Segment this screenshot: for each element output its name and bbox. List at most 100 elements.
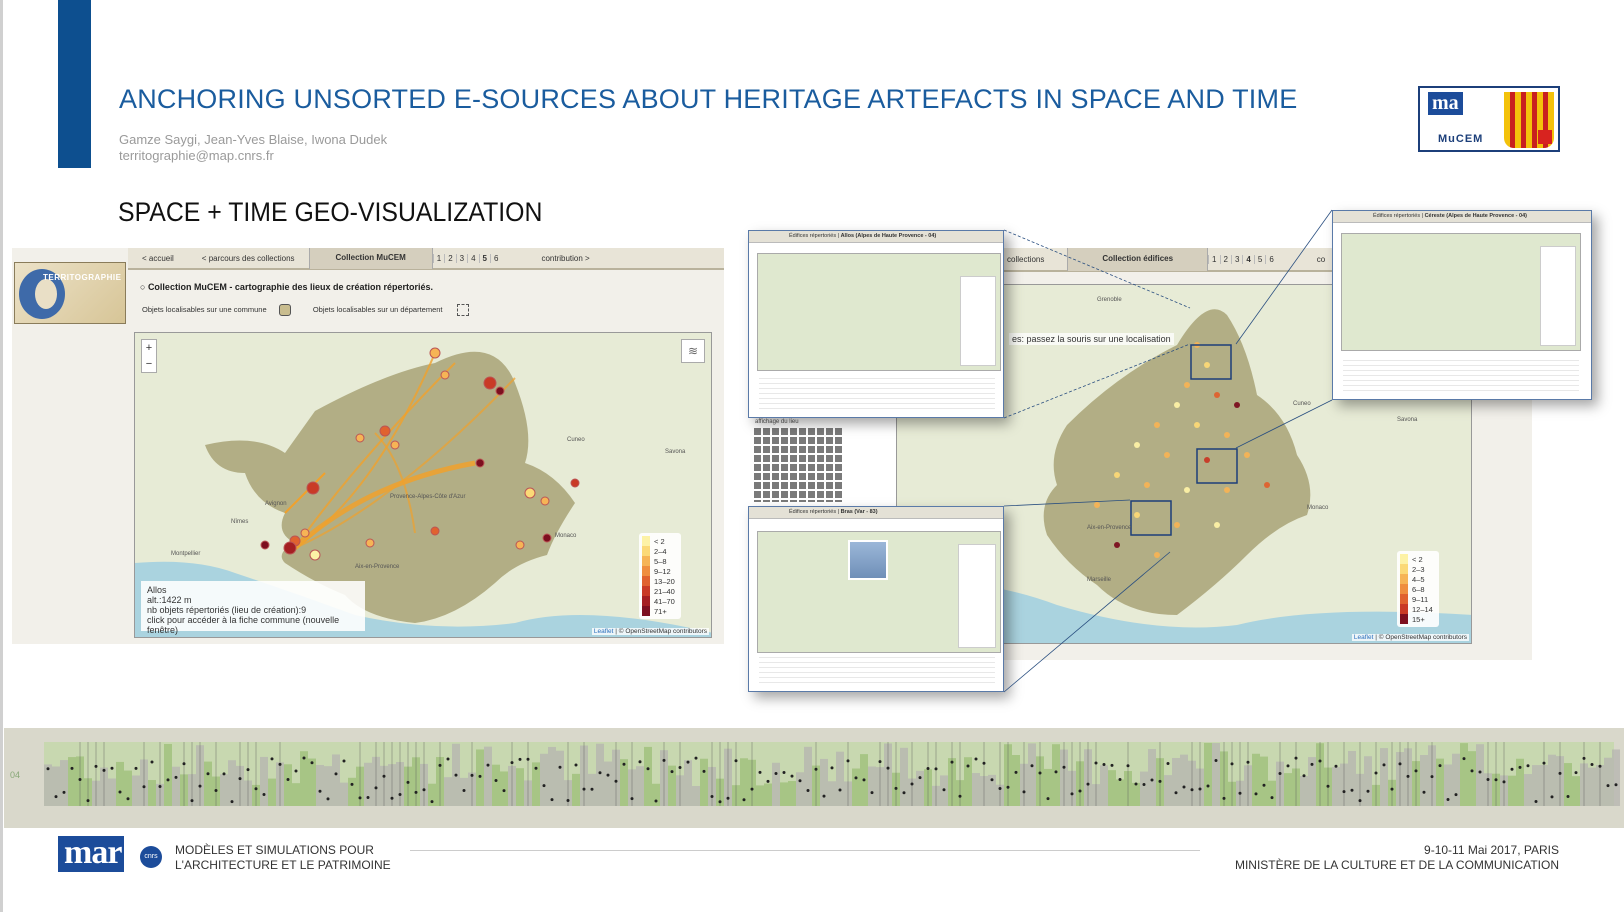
- timeline-point: [1342, 790, 1346, 794]
- r-page-link-5[interactable]: 5: [1253, 254, 1265, 264]
- r-osm-attribution: © OpenStreetMap contributors: [1378, 634, 1467, 641]
- timeline-point: [894, 786, 898, 790]
- r-page-link-3[interactable]: 3: [1230, 254, 1242, 264]
- timeline-bar: [44, 764, 52, 806]
- timeline-bar: [604, 761, 612, 806]
- page-link-3[interactable]: 3: [455, 253, 467, 263]
- r-page-link-1[interactable]: 1: [1208, 254, 1219, 264]
- timeline-bar: [364, 762, 372, 806]
- timeline-point: [1526, 764, 1530, 768]
- timeline-point: [750, 787, 754, 791]
- right-legend-swatch: [1400, 594, 1408, 604]
- page-link-1[interactable]: 1: [432, 253, 444, 263]
- layers-icon[interactable]: ≋: [681, 339, 705, 363]
- left-map[interactable]: Avignon Nîmes Montpellier Cuneo Savona M…: [134, 332, 712, 638]
- osm-attribution: © OpenStreetMap contributors: [618, 628, 707, 635]
- page-link-4[interactable]: 4: [467, 253, 478, 263]
- timeline-point: [622, 762, 626, 766]
- left-legend-swatch: [642, 566, 650, 576]
- slide-left-rule: [0, 0, 3, 912]
- timeline-bar: [1180, 754, 1188, 806]
- timeline-point: [1502, 780, 1506, 784]
- timeline-point: [158, 784, 162, 788]
- timeline-point: [1390, 787, 1394, 791]
- timeline-point: [182, 762, 186, 766]
- timeline-bar: [1588, 767, 1596, 806]
- page-link-5[interactable]: 5: [478, 253, 490, 263]
- legend-departement-swatch[interactable]: [456, 304, 469, 316]
- timeline-point: [694, 756, 698, 760]
- timeline-point: [686, 760, 690, 764]
- territographie-logo[interactable]: TERRITOGRAPHIE: [14, 262, 126, 324]
- page-link-2[interactable]: 2: [444, 253, 455, 263]
- nav-parcours-link[interactable]: < parcours des collections: [188, 254, 309, 263]
- timeline-point: [1110, 763, 1114, 767]
- nav-collections-fragment[interactable]: collections: [1004, 255, 1047, 264]
- timeline-point: [1222, 796, 1226, 800]
- leaflet-link[interactable]: Leaflet: [594, 628, 614, 635]
- church-photo[interactable]: [848, 540, 888, 580]
- timeline-bar: [964, 757, 972, 806]
- timeline-bar: [1460, 743, 1468, 806]
- nav-right-fragment[interactable]: co: [1277, 255, 1328, 264]
- timeline-point: [910, 782, 914, 786]
- left-legend-swatch: [642, 556, 650, 566]
- timeline-bar: [348, 777, 356, 806]
- r-leaflet-link[interactable]: Leaflet: [1354, 634, 1374, 641]
- timeline-point: [390, 796, 394, 800]
- timeline-point: [726, 796, 730, 800]
- shot3-map[interactable]: [757, 531, 1001, 653]
- right-legend-label: 9–11: [1412, 594, 1429, 604]
- timeline-bar: [1364, 756, 1372, 806]
- timeline-point: [1494, 778, 1498, 782]
- legend-commune-swatch[interactable]: [278, 304, 291, 316]
- timeline-point: [1318, 759, 1322, 763]
- r-page-link-2[interactable]: 2: [1219, 254, 1231, 264]
- timeline-point: [718, 800, 722, 804]
- timeline-bar: [972, 773, 980, 806]
- timeline-point: [1214, 759, 1218, 763]
- nav-contribution-link[interactable]: contribution >: [501, 254, 603, 263]
- info-hint: click pour accéder à la fiche commune (n…: [147, 615, 340, 635]
- timeline-bar: [1284, 773, 1292, 806]
- timeline-point: [1126, 764, 1130, 768]
- timeline-bar: [636, 766, 644, 806]
- timeline-point: [990, 778, 994, 782]
- timeline-point: [230, 800, 234, 804]
- tab-collection-edifices[interactable]: Collection édifices: [1067, 248, 1209, 271]
- page-link-6[interactable]: 6: [490, 253, 501, 263]
- r-map-attribution: Leaflet | © OpenStreetMap contributors: [1351, 634, 1469, 641]
- timeline-bar: [124, 770, 132, 806]
- timeline-point: [222, 772, 226, 776]
- partner-logo: ma MuCEM: [1418, 86, 1560, 152]
- timeline-point: [838, 788, 842, 792]
- timeline-point: [942, 788, 946, 792]
- timeline-label: 04: [10, 770, 21, 780]
- shot2-map[interactable]: [1341, 233, 1581, 351]
- r-page-link-4[interactable]: 4: [1242, 254, 1253, 264]
- timeline-point: [318, 789, 322, 793]
- timeline-bar: [572, 773, 580, 806]
- timeline-bar: [1380, 748, 1388, 806]
- timeline-bar: [1132, 782, 1140, 806]
- r-page-link-6[interactable]: 6: [1265, 254, 1276, 264]
- right-legend-swatch: [1400, 554, 1408, 564]
- timeline-point: [150, 760, 154, 764]
- zoom-in-button[interactable]: +: [142, 340, 156, 356]
- right-legend-row: 15+: [1400, 614, 1436, 624]
- timeline-point: [286, 777, 290, 781]
- legend-departement-label: Objets localisables sur un département: [312, 304, 443, 314]
- nav-accueil-link[interactable]: < accueil: [128, 254, 188, 263]
- zoom-out-button[interactable]: −: [142, 356, 156, 372]
- left-legend-row: 41–70: [642, 596, 678, 606]
- timeline-bar: [620, 759, 628, 806]
- tab-collection-mucem[interactable]: Collection MuCEM: [308, 248, 433, 269]
- shot1-map[interactable]: [757, 253, 1001, 371]
- timeline-bar: [1028, 743, 1036, 806]
- timeline[interactable]: 04: [4, 728, 1624, 828]
- timeline-point: [350, 782, 354, 786]
- map-attribution: Leaflet | © OpenStreetMap contributors: [591, 628, 709, 635]
- timeline-bar: [644, 746, 652, 806]
- timeline-point: [1086, 782, 1090, 786]
- timeline-point: [1598, 764, 1602, 768]
